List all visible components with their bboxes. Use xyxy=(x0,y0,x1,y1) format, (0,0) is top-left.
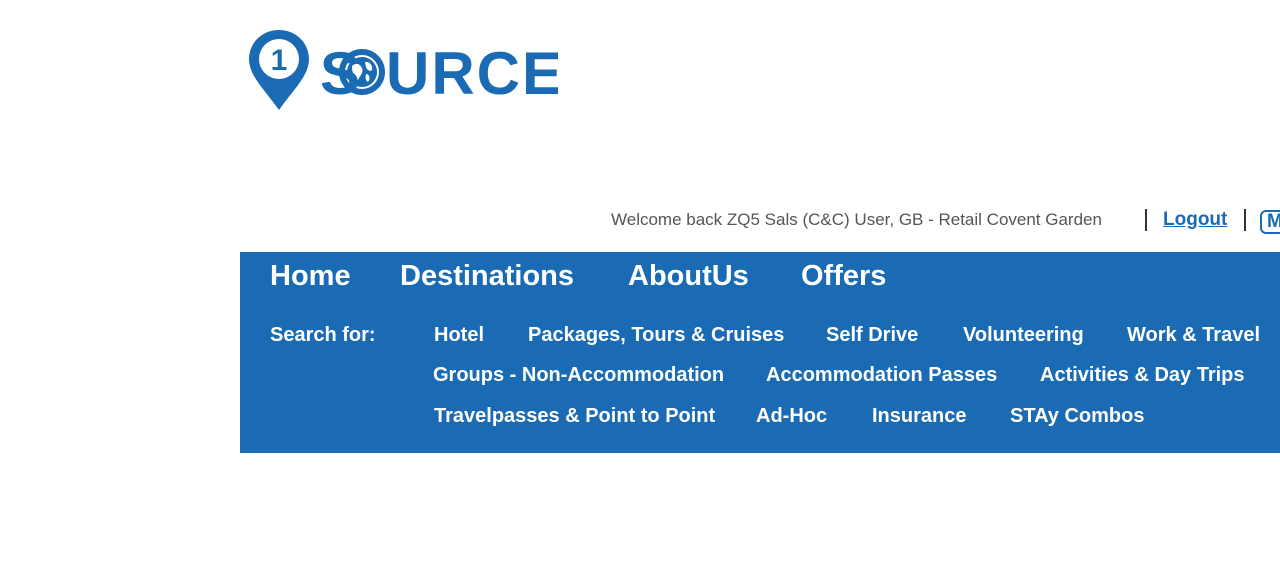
search-work-travel[interactable]: Work & Travel xyxy=(1127,324,1260,347)
user-bar: Welcome back ZQ5 Sals (C&C) User, GB - R… xyxy=(0,207,1280,237)
nav-offers[interactable]: Offers xyxy=(801,260,886,293)
search-packages-tours-cruises[interactable]: Packages, Tours & Cruises xyxy=(528,324,784,347)
nav-home[interactable]: Home xyxy=(270,260,351,293)
welcome-message: Welcome back ZQ5 Sals (C&C) User, GB - R… xyxy=(611,210,1102,229)
search-hotel[interactable]: Hotel xyxy=(434,324,484,347)
my-account-button[interactable]: M xyxy=(1260,210,1280,234)
search-activities-day-trips[interactable]: Activities & Day Trips xyxy=(1040,364,1245,387)
search-travelpasses-point-to-point[interactable]: Travelpasses & Point to Point xyxy=(434,405,715,428)
divider xyxy=(1145,209,1147,231)
search-self-drive[interactable]: Self Drive xyxy=(826,324,918,347)
logo-graphic: 1 S URCE xyxy=(249,30,558,110)
svg-text:URCE: URCE xyxy=(386,40,558,107)
nav-destinations[interactable]: Destinations xyxy=(400,260,574,293)
nav-aboutus[interactable]: AboutUs xyxy=(628,260,749,293)
logout-link[interactable]: Logout xyxy=(1163,209,1227,231)
site-logo[interactable]: 1 S URCE xyxy=(248,28,558,114)
page: 1 S URCE Welcome back ZQ5 Sals (C&C) Use… xyxy=(0,0,1280,566)
navigation-panel: Home Destinations AboutUs Offers Search … xyxy=(240,252,1280,453)
search-ad-hoc[interactable]: Ad-Hoc xyxy=(756,405,827,428)
search-groups-non-accommodation[interactable]: Groups - Non-Accommodation xyxy=(433,364,724,387)
search-stay-combos[interactable]: STAy Combos xyxy=(1010,405,1144,428)
svg-text:S: S xyxy=(320,40,361,107)
logo-badge-number: 1 xyxy=(271,44,288,77)
search-for-label: Search for: xyxy=(270,324,376,346)
divider xyxy=(1244,209,1246,231)
search-volunteering[interactable]: Volunteering xyxy=(963,324,1084,347)
search-insurance[interactable]: Insurance xyxy=(872,405,966,428)
search-accommodation-passes[interactable]: Accommodation Passes xyxy=(766,364,997,387)
